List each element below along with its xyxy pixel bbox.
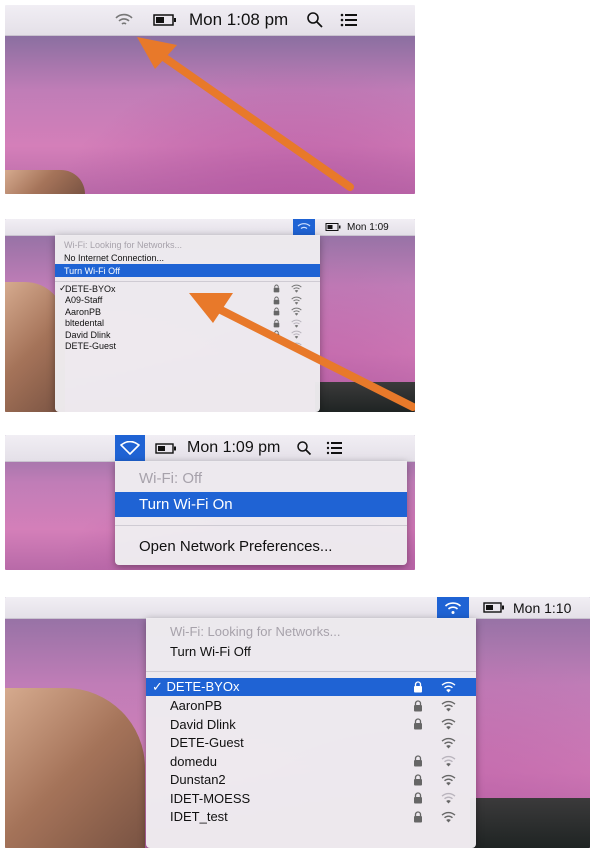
network-name: domedu <box>170 753 217 769</box>
network-item[interactable]: domedu <box>146 752 476 770</box>
battery-icon[interactable] <box>153 13 177 27</box>
notification-list-icon[interactable] <box>340 12 358 28</box>
network-item[interactable]: AaronPB <box>146 697 476 715</box>
wifi-signal-icon <box>291 342 302 351</box>
menu-separator <box>55 281 320 282</box>
network-name: David Dlink <box>170 716 236 732</box>
wifi-status-label: Wi-Fi: Looking for Networks... <box>170 624 341 639</box>
network-name: Dunstan2 <box>170 772 226 787</box>
battery-icon[interactable] <box>155 442 177 455</box>
lock-icon <box>273 284 280 293</box>
network-name: IDET-MOESS <box>170 790 251 806</box>
network-name: DETE-Guest <box>65 341 117 351</box>
tree-line <box>315 382 415 412</box>
battery-icon[interactable] <box>325 222 341 232</box>
lock-icon <box>273 319 280 328</box>
wifi-signal-icon <box>441 737 456 749</box>
network-name: ✓ DETE-BYOx <box>152 679 240 694</box>
lock-icon <box>413 718 423 730</box>
wifi-signal-icon <box>291 319 302 328</box>
wifi-dropdown-menu: Wi-Fi: Looking for Networks... No Intern… <box>55 235 320 412</box>
screenshot-panel-2: Mon 1:09 Wi-Fi: Looking for Networks... … <box>5 219 415 412</box>
lock-icon <box>273 330 280 339</box>
wifi-signal-icon <box>441 811 456 823</box>
lock-icon <box>273 307 280 316</box>
menu-clock[interactable]: Mon 1:10 <box>513 600 571 616</box>
wifi-signal-icon <box>441 792 456 804</box>
network-item[interactable]: A09-Staff <box>55 295 320 306</box>
screenshot-panel-3: Mon 1:09 pm Wi-Fi: Off Turn Wi-Fi On Ope… <box>5 435 415 570</box>
wifi-status-label: Wi-Fi: Off <box>139 469 203 487</box>
menu-bar: Mon 1:08 pm <box>5 5 415 36</box>
mountain-rock <box>5 170 85 194</box>
network-item[interactable]: David Dlink <box>146 715 476 733</box>
wifi-signal-icon <box>291 284 302 293</box>
tree-line <box>470 798 590 848</box>
lock-icon <box>413 773 423 786</box>
wifi-signal-icon <box>441 774 456 786</box>
wifi-dropdown-menu: Wi-Fi: Off Turn Wi-Fi On Open Network Pr… <box>115 461 407 565</box>
battery-icon[interactable] <box>483 601 505 614</box>
network-name: DETE-BYOx <box>65 283 116 294</box>
no-internet-item[interactable]: No Internet Connection... <box>55 252 320 264</box>
wifi-searching-icon[interactable] <box>113 11 135 29</box>
screenshot-panel-4: Mon 1:10 Wi-Fi: Looking for Networks... … <box>5 597 590 848</box>
spotlight-search-icon[interactable] <box>296 440 312 456</box>
wifi-signal-icon <box>441 681 456 693</box>
menu-bar: Mon 1:10 <box>5 597 590 619</box>
network-name: DETE-Guest <box>170 735 244 750</box>
network-name: IDET_test <box>170 809 228 824</box>
lock-icon <box>413 755 423 767</box>
wifi-signal-icon <box>291 307 302 316</box>
screenshot-panel-1: Mon 1:08 pm <box>5 5 415 194</box>
menu-clock[interactable]: Mon 1:08 pm <box>189 10 288 30</box>
menu-separator <box>115 525 407 526</box>
turn-wifi-off-item[interactable]: Turn Wi-Fi Off <box>55 264 320 277</box>
turn-wifi-off-item[interactable]: Turn Wi-Fi Off <box>146 642 476 661</box>
network-item[interactable]: AaronPB <box>55 306 320 317</box>
menu-separator <box>146 671 476 672</box>
network-item[interactable]: DETE-Guest <box>146 734 476 752</box>
menu-bar: Mon 1:09 <box>5 219 415 236</box>
network-item[interactable]: David Dlink <box>55 329 320 340</box>
network-name: A09-Staff <box>65 295 103 305</box>
wifi-signal-icon <box>291 330 302 339</box>
lock-icon <box>413 792 423 804</box>
network-name: AaronPB <box>170 698 223 713</box>
wifi-status-label: Wi-Fi: Looking for Networks... <box>64 240 183 250</box>
lock-icon <box>413 810 423 823</box>
wifi-menu-icon-active[interactable] <box>293 219 315 235</box>
network-item[interactable]: Dunstan2 <box>146 771 476 789</box>
lock-icon <box>273 296 280 305</box>
menu-clock[interactable]: Mon 1:09 <box>347 222 389 233</box>
wifi-signal-icon <box>291 296 302 305</box>
network-item[interactable]: IDET-MOESS <box>146 789 476 807</box>
network-item[interactable]: ✓ DETE-BYOx <box>55 283 320 294</box>
wifi-menu-icon-active[interactable] <box>437 597 469 618</box>
notification-list-icon[interactable] <box>326 441 343 455</box>
lock-icon <box>413 699 423 712</box>
wifi-off-menu-icon[interactable] <box>115 435 145 461</box>
network-item[interactable]: DETE-Guest <box>55 341 320 352</box>
menu-bar: Mon 1:09 pm <box>5 435 415 462</box>
wifi-signal-icon <box>441 718 456 730</box>
wifi-signal-icon <box>441 755 456 767</box>
menu-clock[interactable]: Mon 1:09 pm <box>187 439 280 457</box>
network-item[interactable]: IDET_test <box>146 808 476 826</box>
open-network-preferences-item[interactable]: Open Network Preferences... <box>115 535 407 557</box>
network-item[interactable]: ✓ DETE-BYOx <box>146 678 476 696</box>
network-name: bltedental <box>65 318 105 328</box>
lock-icon <box>413 681 423 693</box>
network-name: AaronPB <box>65 306 102 317</box>
wifi-signal-icon <box>441 700 456 712</box>
spotlight-search-icon[interactable] <box>306 11 324 29</box>
wifi-dropdown-menu: Wi-Fi: Looking for Networks... Turn Wi-F… <box>146 618 476 848</box>
network-item[interactable]: bltedental <box>55 318 320 329</box>
network-name: David Dlink <box>65 329 111 340</box>
turn-wifi-on-item[interactable]: Turn Wi-Fi On <box>115 492 407 517</box>
